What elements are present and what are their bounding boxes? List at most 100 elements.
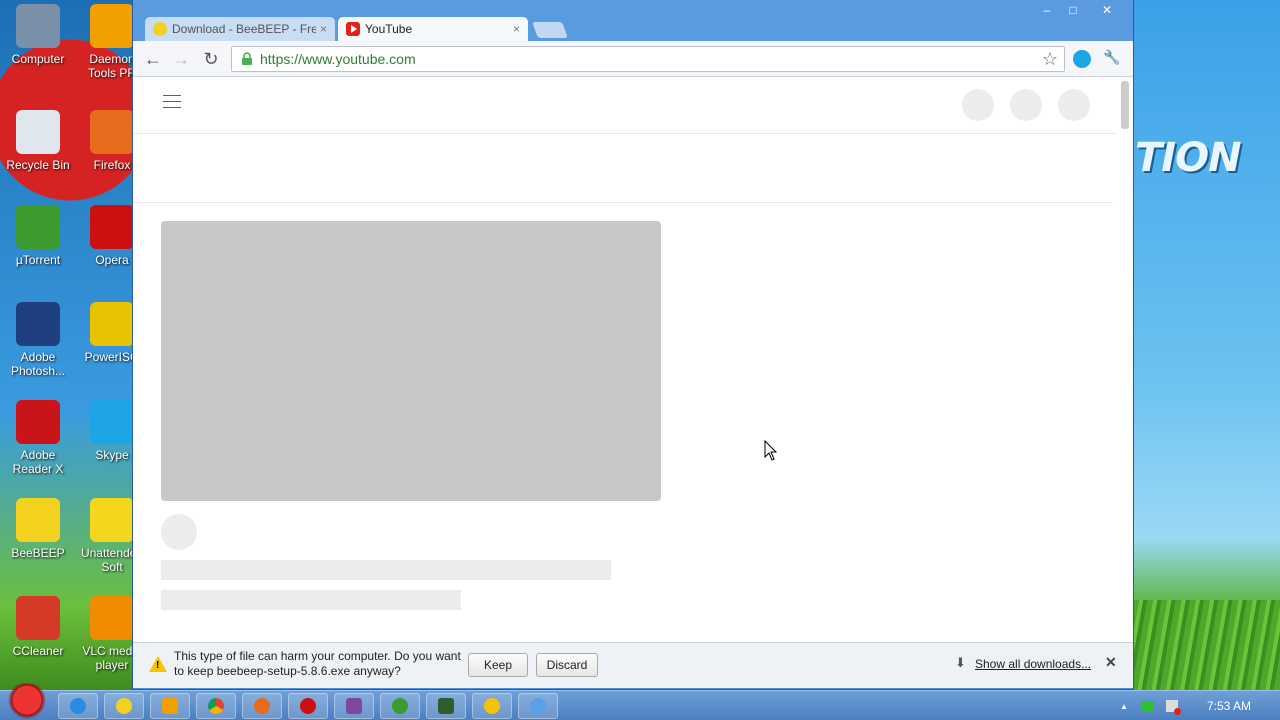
close-download-bar-icon[interactable]: ✕ xyxy=(1105,654,1117,671)
header-divider xyxy=(133,133,1117,134)
desktop-icon[interactable]: BeeBEEP xyxy=(0,498,76,560)
subtitle-placeholder xyxy=(161,590,461,610)
menu-hamburger-icon[interactable] xyxy=(163,95,181,113)
back-button[interactable]: ← xyxy=(143,49,163,69)
media-player-icon xyxy=(162,698,178,714)
battery-icon[interactable] xyxy=(1141,701,1154,711)
desktop-icon-label: Recycle Bin xyxy=(6,158,70,172)
channel-avatar-placeholder xyxy=(161,514,197,550)
taskbar-utorrent[interactable] xyxy=(380,693,420,719)
wrench-menu-icon[interactable]: 🔧 xyxy=(1103,49,1120,66)
taskbar-opera[interactable] xyxy=(288,693,328,719)
taskbar-media-player[interactable] xyxy=(150,693,190,719)
video-thumbnail-placeholder[interactable] xyxy=(161,221,661,501)
skype-icon xyxy=(90,400,134,444)
taskbar-terminal[interactable] xyxy=(426,693,466,719)
desktop-icon-label: Computer xyxy=(11,52,65,66)
download-bar: ! This type of file can harm your comput… xyxy=(133,642,1133,688)
close-window-button[interactable]: ✕ xyxy=(1087,2,1127,18)
lock-icon xyxy=(242,52,252,65)
adobe-reader-icon xyxy=(16,400,60,444)
system-tray: ▲ xyxy=(1120,691,1181,720)
taskbar: ▲ 7:53 AM xyxy=(0,683,1280,720)
firefox-icon xyxy=(254,698,270,714)
desktop-icon[interactable]: Computer xyxy=(0,4,76,66)
taskbar-chrome[interactable] xyxy=(196,693,236,719)
desktop-icon[interactable]: Adobe Photosh... xyxy=(0,302,76,378)
network-icon xyxy=(530,698,546,714)
discard-button[interactable]: Discard xyxy=(536,653,598,677)
window-controls: – □ ✕ xyxy=(1033,2,1127,18)
taskbar-winrar[interactable] xyxy=(334,693,374,719)
desktop-icon[interactable]: Recycle Bin xyxy=(0,110,76,172)
smiley-icon xyxy=(484,698,500,714)
bookmark-star-icon[interactable]: ☆ xyxy=(1042,49,1058,70)
desktop-icon-label: Adobe Photosh... xyxy=(10,350,66,378)
show-all-downloads-link[interactable]: Show all downloads... xyxy=(975,657,1091,671)
desktop-icon-label: Adobe Reader X xyxy=(12,448,64,476)
chips-divider xyxy=(133,202,1113,203)
page-scrollbar[interactable] xyxy=(1117,77,1133,642)
header-placeholder-circle xyxy=(962,89,994,121)
desktop-icon[interactable]: µTorrent xyxy=(0,205,76,267)
scroll-thumb[interactable] xyxy=(1121,81,1129,129)
recycle-bin-icon xyxy=(16,110,60,154)
taskbar-firefox[interactable] xyxy=(242,693,282,719)
terminal-icon xyxy=(438,698,454,714)
taskbar-beebeep[interactable] xyxy=(104,693,144,719)
url-text: https://www.youtube.com xyxy=(260,51,416,67)
beebeep-favicon-icon xyxy=(153,22,167,36)
header-placeholder-circle xyxy=(1010,89,1042,121)
wallpaper-text: TION xyxy=(1135,135,1242,181)
reload-button[interactable]: ↻ xyxy=(201,49,221,69)
minimize-button[interactable]: – xyxy=(1035,2,1059,18)
tab-close-icon[interactable]: × xyxy=(320,22,327,36)
beebeep-icon xyxy=(16,498,60,542)
desktop-icon-label: CCleaner xyxy=(12,644,64,658)
taskbar-ie[interactable] xyxy=(58,693,98,719)
tab-beebeep-download[interactable]: Download - BeeBEEP - Fre × xyxy=(145,17,335,41)
maximize-button[interactable]: □ xyxy=(1061,2,1085,18)
ccleaner-icon xyxy=(16,596,60,640)
taskbar-emoticon[interactable] xyxy=(472,693,512,719)
tab-label: Download - BeeBEEP - Fre xyxy=(172,22,316,36)
title-placeholder xyxy=(161,560,611,580)
vlc-icon xyxy=(90,596,134,640)
internet-explorer-icon xyxy=(70,698,86,714)
chrome-icon xyxy=(208,698,224,714)
download-arrow-icon: ⬇ xyxy=(955,655,966,670)
photoshop-icon xyxy=(16,302,60,346)
taskbar-clock[interactable]: 7:53 AM xyxy=(1207,699,1251,713)
firefox-icon xyxy=(90,110,134,154)
tab-youtube[interactable]: YouTube × xyxy=(338,17,528,41)
tab-close-icon[interactable]: × xyxy=(513,22,520,36)
desktop-wallpaper-right xyxy=(1133,0,1280,690)
youtube-page xyxy=(133,77,1117,642)
computer-icon xyxy=(16,4,60,48)
desktop-icon[interactable]: Adobe Reader X xyxy=(0,400,76,476)
warning-exclamation: ! xyxy=(156,660,160,671)
volume-muted-icon[interactable] xyxy=(1165,700,1181,715)
mouse-cursor-icon xyxy=(764,440,778,461)
poweriso-icon xyxy=(90,302,134,346)
taskbar-network[interactable] xyxy=(518,693,558,719)
browser-toolbar: ← → ↻ https://www.youtube.com ☆ 🔧 xyxy=(133,41,1133,77)
title-bar[interactable]: Download - BeeBEEP - Fre × YouTube × – □… xyxy=(133,0,1133,41)
desktop-icon-label: µTorrent xyxy=(15,253,61,267)
desktop-icon[interactable]: CCleaner xyxy=(0,596,76,658)
youtube-favicon-icon xyxy=(346,22,360,36)
skype-extension-icon[interactable] xyxy=(1073,50,1091,68)
start-button[interactable] xyxy=(4,683,50,720)
utorrent-icon xyxy=(392,698,408,714)
star-icon xyxy=(90,498,134,542)
opera-icon xyxy=(300,698,316,714)
new-tab-button[interactable] xyxy=(532,22,568,38)
tray-expand-icon[interactable]: ▲ xyxy=(1120,702,1128,711)
daemon-tools-icon xyxy=(90,4,134,48)
address-bar[interactable]: https://www.youtube.com ☆ xyxy=(231,46,1065,72)
forward-button[interactable]: → xyxy=(171,49,191,69)
keep-button[interactable]: Keep xyxy=(468,653,528,677)
header-placeholder-circle xyxy=(1058,89,1090,121)
archive-icon xyxy=(346,698,362,714)
opera-icon xyxy=(90,205,134,249)
